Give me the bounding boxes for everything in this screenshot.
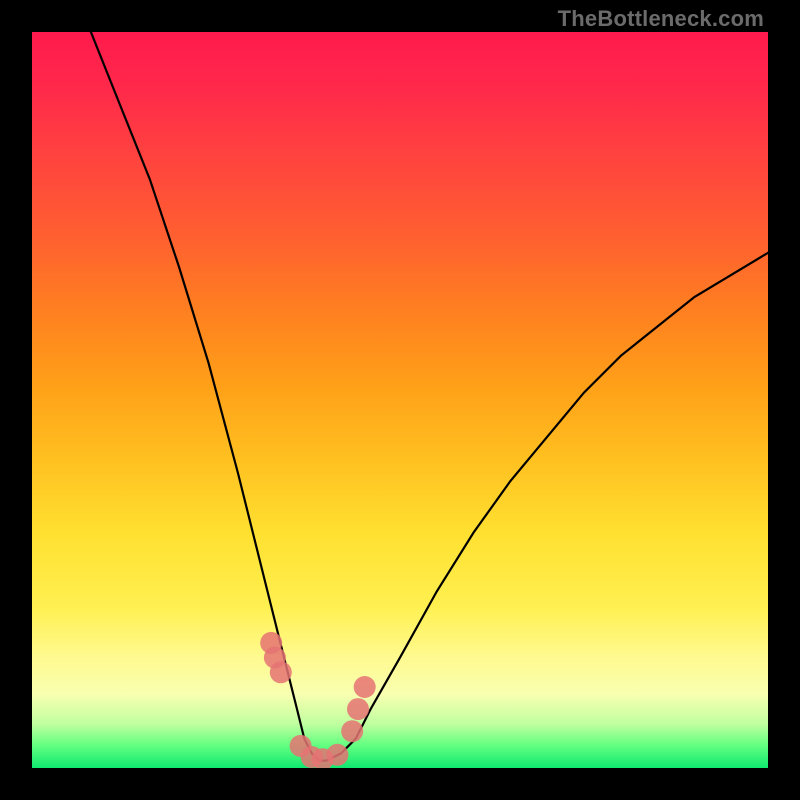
chart-frame: TheBottleneck.com (0, 0, 800, 800)
highlight-dot (347, 698, 369, 720)
highlight-dot (341, 720, 363, 742)
watermark-label: TheBottleneck.com (558, 6, 764, 32)
curve-svg (32, 32, 768, 768)
bottleneck-curve (91, 32, 768, 761)
highlight-dot (270, 661, 292, 683)
highlight-dot (354, 676, 376, 698)
highlight-dot (326, 744, 348, 766)
highlight-dots (260, 632, 376, 768)
plot-area (32, 32, 768, 768)
